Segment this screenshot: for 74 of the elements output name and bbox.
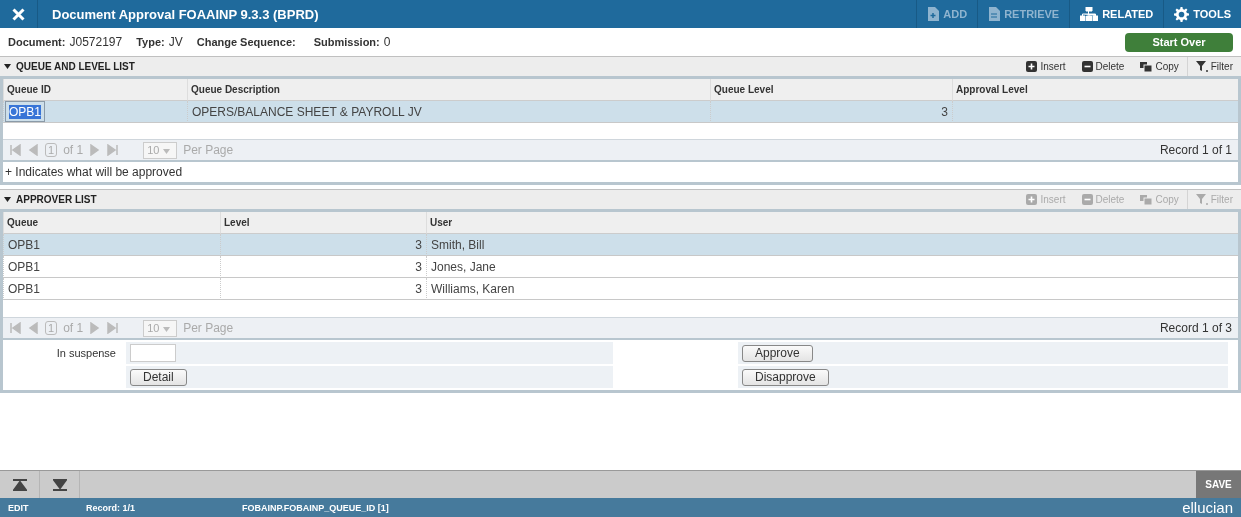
collapse-icon <box>4 64 11 69</box>
arrow-up-icon <box>12 478 27 491</box>
table-cell: OPB1 <box>3 234 220 256</box>
table-cell: OPB1 <box>3 256 220 278</box>
previous-page-icon[interactable] <box>27 322 39 334</box>
copy-icon <box>1140 61 1153 72</box>
next-page-icon[interactable] <box>89 144 102 156</box>
minus-icon <box>1081 61 1093 72</box>
table-cell: 3 <box>220 256 426 278</box>
per-page-label: Per Page <box>183 321 234 335</box>
filter-button[interactable]: Filter <box>1186 57 1241 76</box>
arrow-down-icon <box>52 478 67 491</box>
window-title: Document Approval FOAAINP 9.3.3 (BPRD) <box>51 5 320 24</box>
save-button[interactable]: SAVE <box>1196 471 1241 498</box>
record-text: Record: 1/1 <box>86 502 137 513</box>
document-field: Type: JV <box>136 35 183 49</box>
filter-icon <box>1195 61 1208 72</box>
column-header: Level <box>220 212 426 234</box>
column-header: Queue Level <box>710 79 952 101</box>
disapprove-button[interactable]: Disapprove <box>742 368 829 386</box>
collapse-icon <box>4 197 11 202</box>
brand-logo: ellucian <box>1182 499 1233 516</box>
last-page-icon[interactable] <box>107 144 120 156</box>
page-count: of 1 <box>63 143 84 157</box>
field-name-text: FOBAINP.FOBAINP_QUEUE_ID [1] <box>242 502 390 513</box>
filter-icon <box>1195 194 1208 205</box>
copy-button[interactable]: Copy <box>1132 57 1187 76</box>
last-page-icon[interactable] <box>107 322 120 334</box>
queue-id-field[interactable]: OPB1 <box>5 101 45 122</box>
table-cell: 3 <box>220 278 426 300</box>
table-cell: OPERS/BALANCE SHEET & PAYROLL JV <box>187 101 710 123</box>
record-count: Record 1 of 3 <box>1159 321 1232 335</box>
hierarchy-icon <box>1080 7 1099 21</box>
per-page-label: Per Page <box>183 143 234 157</box>
suspense-field[interactable] <box>130 344 176 362</box>
mode-text: EDIT <box>8 502 30 513</box>
insert-button[interactable]: Insert <box>1018 57 1074 76</box>
column-header: Queue Description <box>187 79 710 101</box>
next-page-icon[interactable] <box>89 322 102 334</box>
close-icon <box>12 7 25 21</box>
document-field: Change Sequence: <box>196 35 300 49</box>
table-cell: Jones, Jane <box>426 256 1238 278</box>
start-over-button[interactable]: Start Over <box>1125 32 1233 52</box>
column-header: User <box>426 212 1238 234</box>
plus-icon <box>1026 61 1038 72</box>
document-plus-icon <box>927 7 940 21</box>
tools-button[interactable]: TOOLS <box>1163 0 1241 28</box>
table-cell: 3 <box>220 234 426 256</box>
document-icon <box>988 7 1001 21</box>
approve-button[interactable]: Approve <box>742 344 813 362</box>
previous-page-icon[interactable] <box>27 144 39 156</box>
column-header: Queue <box>3 212 220 234</box>
related-button[interactable]: RELATED <box>1069 0 1164 28</box>
section-title[interactable]: APPROVER LIST <box>0 194 101 205</box>
detail-button[interactable]: Detail <box>130 368 187 386</box>
copy-icon <box>1140 194 1153 205</box>
section-title[interactable]: QUEUE AND LEVEL LIST <box>0 61 139 72</box>
delete-button[interactable]: Delete <box>1073 57 1133 76</box>
settings-icon <box>1174 6 1190 22</box>
column-header: Queue ID <box>3 79 187 101</box>
document-field: Document: J0572197 <box>8 35 123 49</box>
minus-icon <box>1081 194 1093 205</box>
record-count: Record 1 of 1 <box>1159 143 1232 157</box>
table-cell: OPB1 <box>3 278 220 300</box>
table-cell: 3 <box>710 101 952 123</box>
page-count: of 1 <box>63 321 84 335</box>
table-cell: Smith, Bill <box>426 234 1238 256</box>
plus-icon <box>1026 194 1038 205</box>
suspense-label: In suspense <box>55 346 117 361</box>
table-cell: Williams, Karen <box>426 278 1238 300</box>
column-header: Approval Level <box>952 79 1238 101</box>
document-field: Submission: 0 <box>313 35 391 49</box>
caret-icon <box>163 149 171 154</box>
caret-icon <box>163 327 171 332</box>
